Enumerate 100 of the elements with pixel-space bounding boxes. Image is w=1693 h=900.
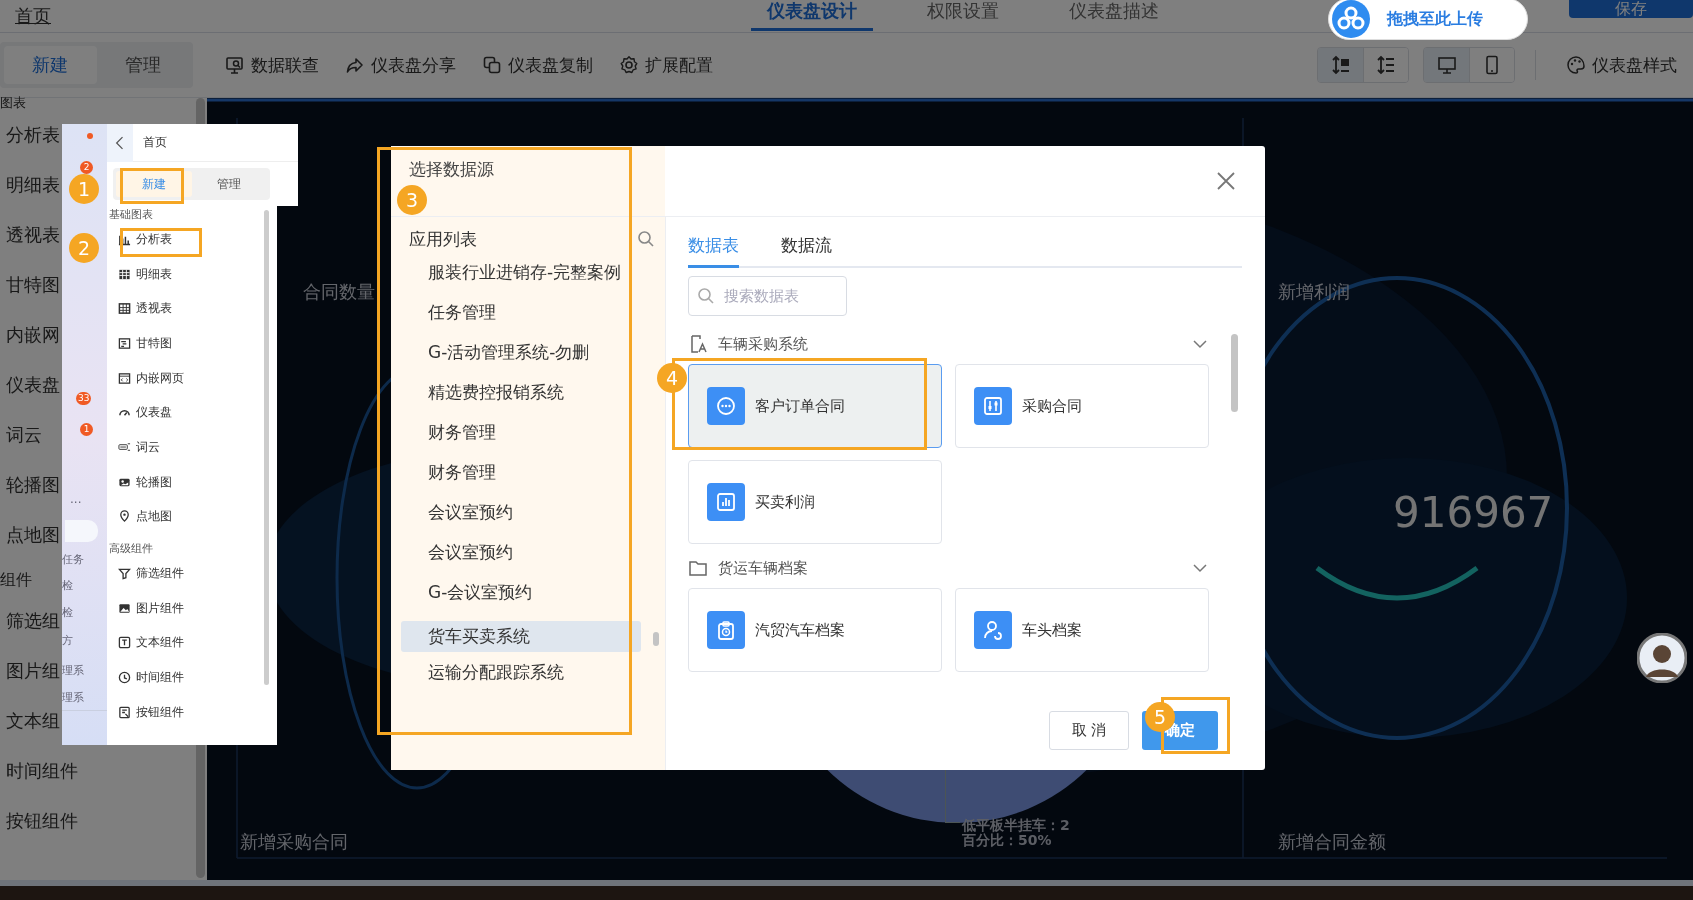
app-item[interactable]: 货车买卖系统 xyxy=(401,621,641,652)
nav-item[interactable]: 理系 xyxy=(62,690,84,705)
source-tab[interactable]: 数据流 xyxy=(781,234,832,268)
mobile-view-button[interactable] xyxy=(1469,48,1514,82)
mode-tab[interactable]: 新建 xyxy=(4,46,97,84)
scrollbar[interactable] xyxy=(264,210,269,685)
header-tab[interactable]: 仪表盘描述 xyxy=(1053,0,1175,31)
toolbar-button[interactable]: 数据联查 xyxy=(215,53,329,77)
user-icon xyxy=(974,611,1012,649)
app-icon xyxy=(688,334,708,354)
copy-icon xyxy=(482,55,502,75)
mode-tab[interactable]: 管理 xyxy=(191,171,267,197)
mode-tab[interactable]: 新建 xyxy=(116,171,192,197)
monitor-icon xyxy=(1436,55,1457,75)
app-item[interactable]: 任务管理 xyxy=(401,297,641,337)
wordcloud-icon xyxy=(118,440,131,454)
close-icon[interactable] xyxy=(1215,170,1237,192)
component-item[interactable]: 轮播图 xyxy=(107,464,277,500)
line-spacing-icon xyxy=(1376,55,1396,75)
count-badge: 2 xyxy=(80,161,93,174)
compact-layout-button[interactable] xyxy=(1318,48,1363,82)
chat-icon xyxy=(707,387,745,425)
component-item[interactable]: 仪表盘 xyxy=(107,395,277,431)
search-icon[interactable] xyxy=(637,230,655,248)
list-heading: 应用列表 xyxy=(409,227,477,251)
row-height-icon xyxy=(1330,55,1351,75)
folder-icon xyxy=(688,558,708,578)
app-item[interactable]: 服装行业进销存-完整案例 xyxy=(401,261,641,297)
upload-drop-pill[interactable]: 拖拽至此上传 xyxy=(1328,0,1528,40)
component-item[interactable]: 按钮组件 xyxy=(107,694,277,730)
cancel-button[interactable]: 取 消 xyxy=(1049,710,1129,750)
tooltip-text: 百分比：50% xyxy=(962,833,1053,848)
back-icon xyxy=(115,135,125,150)
source-tab[interactable]: 数据表 xyxy=(688,234,739,268)
filter-icon xyxy=(118,567,131,581)
text-icon xyxy=(118,636,131,650)
app-item[interactable]: 精选费控报销系统 xyxy=(401,377,641,417)
section-heading: 组件 xyxy=(0,570,32,590)
more-icon[interactable]: ... xyxy=(70,492,82,506)
component-item[interactable]: 透视表 xyxy=(107,291,277,327)
table-card[interactable]: 车头档案 xyxy=(955,588,1209,672)
app-item[interactable]: 会议室预约 xyxy=(401,537,641,577)
toolbar-button[interactable]: 仪表盘复制 xyxy=(472,53,603,77)
table-card[interactable]: 采购合同 xyxy=(955,364,1209,448)
search-field[interactable]: 搜索数据表 xyxy=(688,276,847,316)
component-item[interactable]: 明细表 xyxy=(107,256,277,292)
header-tab[interactable]: 权限设置 xyxy=(911,0,1015,31)
component-item[interactable]: 时间组件 xyxy=(107,660,277,695)
widget-title: 新增合同金额 xyxy=(1278,830,1386,854)
image-icon xyxy=(118,601,131,615)
app-item[interactable]: 财务管理 xyxy=(401,417,641,457)
avatar-icon[interactable] xyxy=(1637,633,1687,683)
component-item[interactable]: 点地图 xyxy=(107,499,277,535)
notification-dot xyxy=(87,133,93,139)
save-button[interactable]: 保存 xyxy=(1569,0,1693,18)
mode-tab[interactable]: 管理 xyxy=(96,46,189,84)
nav-item[interactable]: 理系 xyxy=(62,663,84,678)
scrollbar[interactable] xyxy=(653,632,659,646)
settings-icon xyxy=(619,55,639,75)
nav-item[interactable]: 方 xyxy=(62,633,73,648)
widget-title: 合同数量 xyxy=(303,280,375,304)
component-item[interactable]: 筛选组件 xyxy=(107,556,277,591)
highlight-frame xyxy=(120,168,184,204)
scrollbar[interactable] xyxy=(1231,334,1238,412)
time-icon xyxy=(118,671,131,685)
embed-icon xyxy=(118,371,131,385)
sliders-icon xyxy=(974,387,1012,425)
count-badge: 33 xyxy=(76,392,92,405)
component-item[interactable]: 内嵌网页 xyxy=(107,360,277,396)
table-card[interactable]: 买卖利润 xyxy=(688,460,942,544)
toolbar-button[interactable]: 仪表盘分享 xyxy=(335,53,466,77)
app-item[interactable]: G-活动管理系统-勿删 xyxy=(401,337,641,377)
nav-item[interactable]: 检 xyxy=(62,605,73,620)
back-button[interactable] xyxy=(107,123,133,162)
app-item[interactable]: G-会议室预约 xyxy=(401,577,641,617)
group-title: 车辆采购系统 xyxy=(718,334,808,354)
table-card[interactable]: 汽贸汽车档案 xyxy=(688,588,942,672)
component-item[interactable]: 文本组件 xyxy=(107,625,277,661)
page-title: 首页 xyxy=(143,134,167,151)
component-item[interactable]: 图片组件 xyxy=(107,590,277,626)
spaced-layout-button[interactable] xyxy=(1363,48,1408,82)
app-item[interactable]: 会议室预约 xyxy=(401,497,641,537)
monitor-search-icon xyxy=(225,55,245,75)
desktop-view-button[interactable] xyxy=(1424,48,1469,82)
app-item[interactable]: 运输分配跟踪系统 xyxy=(401,657,641,697)
nav-item[interactable]: 任务 xyxy=(62,552,84,567)
section-heading: 基础图表 xyxy=(108,208,154,222)
app-item[interactable]: 财务管理 xyxy=(401,457,641,497)
component-item[interactable]: 词云 xyxy=(107,430,277,465)
palette-icon xyxy=(1566,55,1586,75)
nav-item[interactable]: 检 xyxy=(62,578,73,593)
search-icon xyxy=(697,287,715,305)
pivot-icon xyxy=(118,302,131,316)
style-button[interactable]: 仪表盘样式 xyxy=(1556,53,1687,77)
table-card[interactable]: 客户订单合同 xyxy=(688,364,942,448)
section-heading: 图表 xyxy=(0,96,26,110)
home-link[interactable]: 首页 xyxy=(15,6,51,26)
component-item[interactable]: 甘特图 xyxy=(107,326,277,361)
toolbar-button[interactable]: 扩展配置 xyxy=(609,53,723,77)
map-icon xyxy=(118,510,131,524)
